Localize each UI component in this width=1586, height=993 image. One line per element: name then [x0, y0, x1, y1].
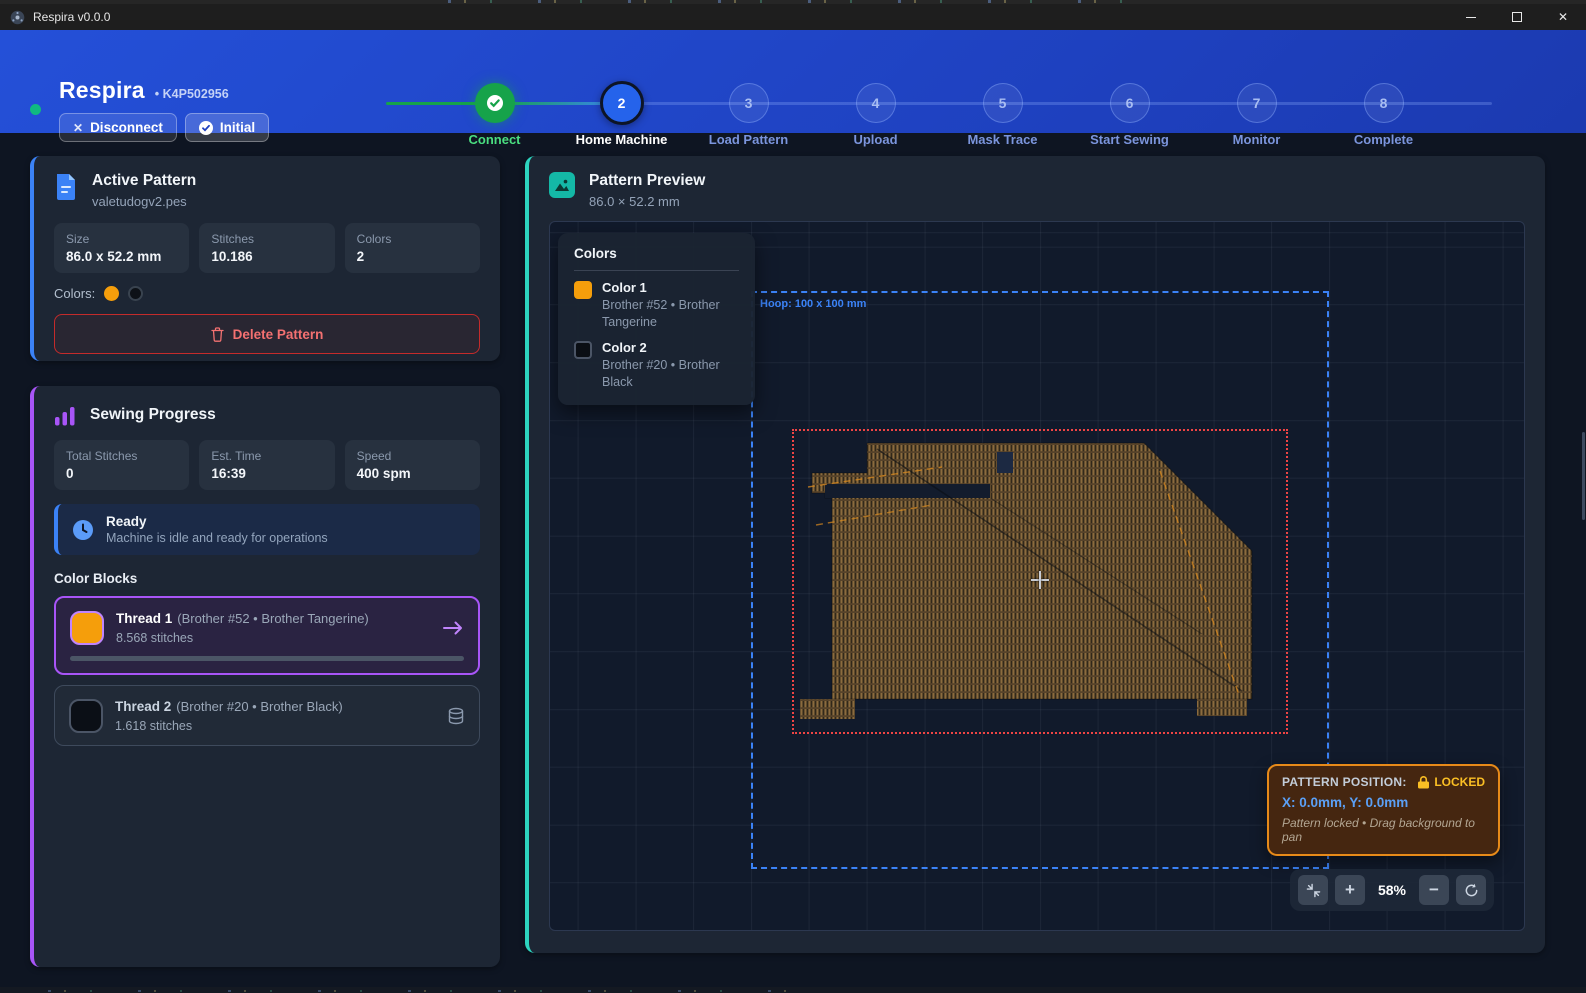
- fit-view-button[interactable]: [1298, 875, 1328, 905]
- background-window-sliver-bottom: [30, 990, 790, 992]
- stat-est-time: Est. Time 16:39: [199, 440, 334, 490]
- image-icon: [549, 172, 575, 198]
- machine-serial: • K4P502956: [155, 87, 229, 101]
- zoom-level: 58%: [1372, 882, 1412, 898]
- color-swatch-orange: [104, 286, 119, 301]
- clock-icon: [72, 519, 94, 541]
- legend-title: Colors: [574, 246, 739, 261]
- thread-block-1[interactable]: Thread 1(Brother #52 • Brother Tangerine…: [54, 596, 480, 675]
- stepper: Connect 2 Home Machine 3 Load Pattern 4 …: [431, 83, 1447, 147]
- minimize-icon: [1466, 17, 1476, 18]
- step-4-number: 4: [856, 83, 896, 123]
- sewing-progress-card: Sewing Progress Total Stitches 0 Est. Ti…: [30, 386, 500, 967]
- app-icon: [10, 10, 25, 25]
- machine-status-banner: Ready Machine is idle and ready for oper…: [54, 504, 480, 555]
- preview-canvas[interactable]: Hoop: 100 x 100 mm: [549, 221, 1525, 931]
- step-8-number: 8: [1364, 83, 1404, 123]
- color-blocks-label: Color Blocks: [54, 571, 480, 586]
- step-connect[interactable]: Connect: [431, 83, 558, 147]
- hoop-label: Hoop: 100 x 100 mm: [760, 298, 866, 310]
- colors-legend: Colors Color 1 Brother #52 • Brother Tan…: [558, 233, 755, 405]
- step-mask-trace[interactable]: 5 Mask Trace: [939, 83, 1066, 147]
- minimize-button[interactable]: [1448, 4, 1494, 30]
- maximize-icon: [1512, 12, 1522, 22]
- database-stack-icon: [447, 707, 465, 725]
- step-complete[interactable]: 8 Complete: [1320, 83, 1447, 147]
- stat-speed: Speed 400 spm: [345, 440, 480, 490]
- thread-block-2[interactable]: Thread 2(Brother #20 • Brother Black) 1.…: [54, 685, 480, 746]
- trash-icon: [211, 327, 224, 342]
- step-3-number: 3: [729, 83, 769, 123]
- desktop-edge-bottom: [0, 987, 1586, 993]
- legend-entry-2: Color 2 Brother #20 • Brother Black: [574, 340, 739, 391]
- zoom-out-button[interactable]: −: [1419, 875, 1449, 905]
- zoom-controls: + 58% −: [1290, 869, 1494, 911]
- window-title: Respira v0.0.0: [33, 10, 110, 24]
- check-circle-icon: [199, 121, 213, 135]
- step-1-check-icon: [475, 83, 515, 123]
- pan-hint: Pattern locked • Drag background to pan: [1282, 816, 1485, 844]
- step-home-machine[interactable]: 2 Home Machine: [558, 83, 685, 147]
- thread-1-swatch: [70, 611, 104, 645]
- stat-size: Size 86.0 x 52.2 mm: [54, 223, 189, 273]
- stat-stitches: Stitches 10.186: [199, 223, 334, 273]
- connection-status-dot: [30, 104, 41, 115]
- scrollbar-thumb[interactable]: [1582, 432, 1585, 520]
- sewing-progress-title: Sewing Progress: [90, 406, 216, 424]
- step-upload[interactable]: 4 Upload: [812, 83, 939, 147]
- reset-view-button[interactable]: [1456, 875, 1486, 905]
- step-5-number: 5: [983, 83, 1023, 123]
- locked-badge: LOCKED: [1434, 775, 1485, 789]
- pattern-filename: valetudogv2.pes: [92, 194, 196, 209]
- pattern-position-label: PATTERN POSITION:: [1282, 775, 1407, 789]
- pattern-dimensions: 86.0 × 52.2 mm: [589, 194, 705, 209]
- active-pattern-title: Active Pattern: [92, 172, 196, 190]
- arrow-right-icon: [442, 620, 464, 636]
- active-pattern-card: Active Pattern valetudogv2.pes Size 86.0…: [30, 156, 500, 361]
- initial-button[interactable]: Initial: [185, 113, 269, 142]
- lock-icon: [1418, 776, 1429, 789]
- center-crosshair: [1031, 571, 1049, 589]
- maximize-button[interactable]: [1494, 4, 1540, 30]
- legend-entry-1: Color 1 Brother #52 • Brother Tangerine: [574, 280, 739, 331]
- document-icon: [54, 172, 78, 200]
- status-description: Machine is idle and ready for operations: [106, 531, 328, 545]
- zoom-in-button[interactable]: +: [1335, 875, 1365, 905]
- pattern-coordinates: X: 0.0mm, Y: 0.0mm: [1282, 795, 1485, 810]
- thread-1-progress-bar: [70, 656, 464, 661]
- step-2-number: 2: [600, 81, 644, 125]
- step-6-number: 6: [1110, 83, 1150, 123]
- bar-chart-icon: [54, 406, 76, 426]
- colors-label: Colors:: [54, 286, 95, 301]
- close-icon: ✕: [1558, 11, 1568, 23]
- stat-total-stitches: Total Stitches 0: [54, 440, 189, 490]
- thread-2-swatch: [69, 699, 103, 733]
- stat-colors: Colors 2: [345, 223, 480, 273]
- app-header: Respira • K4P502956 ✕ Disconnect Initial…: [0, 30, 1586, 133]
- disconnect-button[interactable]: ✕ Disconnect: [59, 113, 177, 142]
- step-7-number: 7: [1237, 83, 1277, 123]
- delete-pattern-button[interactable]: Delete Pattern: [54, 314, 480, 354]
- legend-swatch-1: [574, 281, 592, 299]
- titlebar: Respira v0.0.0 ✕: [0, 4, 1586, 30]
- legend-divider: [574, 270, 739, 271]
- step-load-pattern[interactable]: 3 Load Pattern: [685, 83, 812, 147]
- step-start-sewing[interactable]: 6 Start Sewing: [1066, 83, 1193, 147]
- disconnect-x-icon: ✕: [73, 121, 83, 135]
- background-window-sliver: [430, 0, 1130, 3]
- pattern-preview-title: Pattern Preview: [589, 172, 705, 190]
- plus-icon: +: [1345, 880, 1355, 900]
- minus-icon: −: [1429, 880, 1439, 900]
- thread-2-stitch-count: 1.618 stitches: [115, 719, 343, 733]
- color-swatch-black: [128, 286, 143, 301]
- brand-title: Respira: [59, 77, 145, 104]
- close-button[interactable]: ✕: [1540, 4, 1586, 30]
- legend-swatch-2: [574, 341, 592, 359]
- status-title: Ready: [106, 514, 328, 529]
- thread-1-stitch-count: 8.568 stitches: [116, 631, 369, 645]
- pattern-preview-card: Pattern Preview 86.0 × 52.2 mm Hoop: 100…: [525, 156, 1545, 953]
- pattern-position-overlay: PATTERN POSITION: LOCKED X: 0.0mm, Y: 0.…: [1267, 764, 1500, 856]
- step-monitor[interactable]: 7 Monitor: [1193, 83, 1320, 147]
